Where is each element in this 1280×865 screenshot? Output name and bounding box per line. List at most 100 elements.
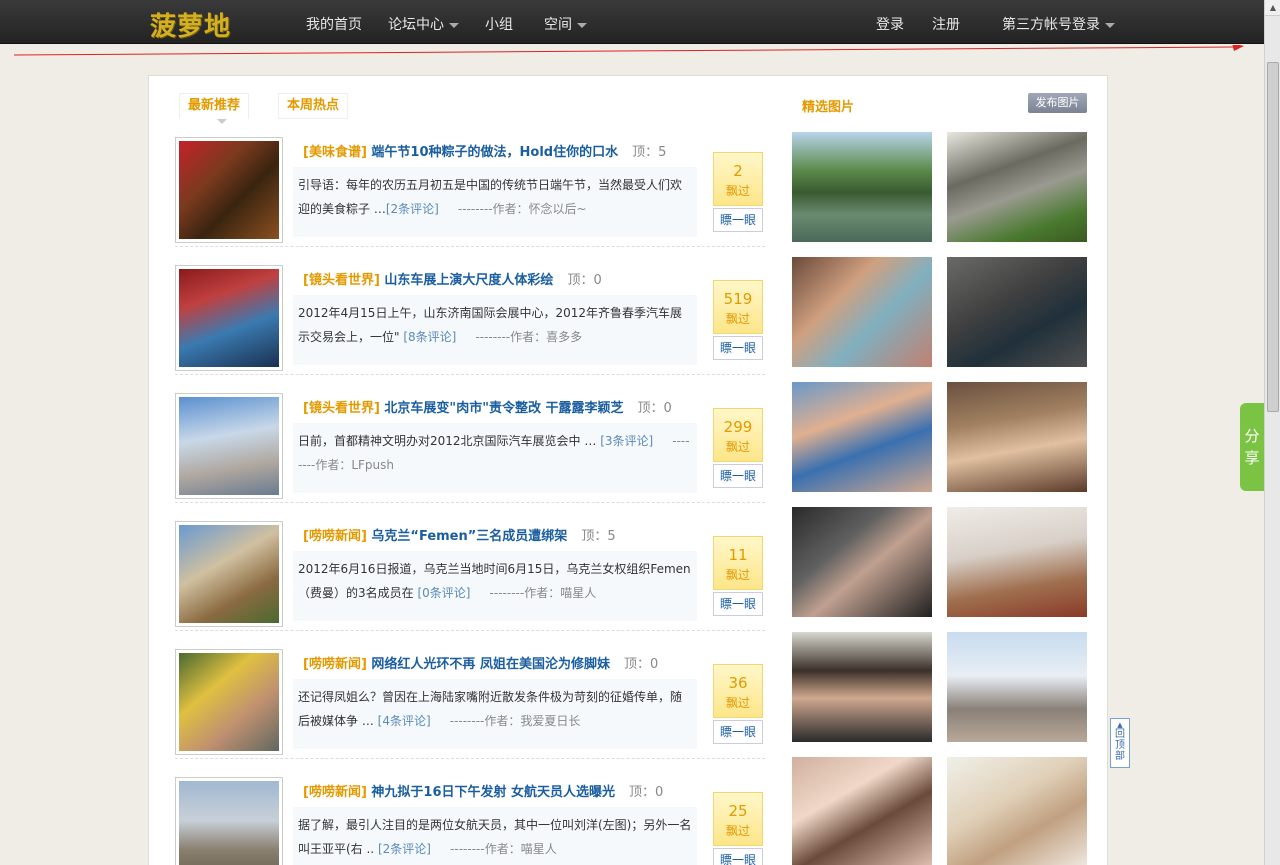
article-item: [唠唠新闻] 神九拟于16日下午发射 女航天员人选曝光 顶：0 据了解，最引人注目…	[175, 777, 765, 865]
view-count-badge: 2 飘过	[713, 152, 763, 206]
view-count-label: 飘过	[725, 184, 750, 198]
chevron-down-icon	[449, 22, 459, 28]
register-link[interactable]: 注册	[932, 14, 960, 34]
view-count: 11	[728, 546, 748, 564]
article-category[interactable]: [美味食谱]	[303, 145, 367, 160]
comments-link[interactable]: [3条评论]	[600, 434, 653, 448]
top-navbar: 菠萝地 我的首页 论坛中心 小组 空间 登录 注册 第三方帐号登录	[0, 0, 1264, 44]
comments-link[interactable]: [2条评论]	[378, 842, 431, 856]
tab-latest[interactable]: 最新推荐	[179, 93, 250, 119]
featured-picture[interactable]	[947, 257, 1087, 367]
article-top-count: 顶：0	[637, 401, 672, 416]
article-summary: 据了解，最引人注目的是两位女航天员，其中一位叫刘洋(左图)；另外一名叫王亚平(右…	[293, 807, 697, 865]
article-thumbnail[interactable]	[175, 393, 283, 499]
peek-button[interactable]: 瞟一眼	[713, 336, 763, 360]
article-title-link[interactable]: 神九拟于16日下午发射 女航天员人选曝光	[371, 785, 615, 800]
featured-picture[interactable]	[792, 632, 932, 742]
featured-picture[interactable]	[947, 507, 1087, 617]
article-thumbnail[interactable]	[175, 649, 283, 755]
peek-button[interactable]: 瞟一眼	[713, 208, 763, 232]
comments-link[interactable]: [0条评论]	[417, 586, 470, 600]
article-title: [镜头看世界] 北京车展变"肉市"责令整改 干露露李颖芝 顶：0	[303, 397, 672, 416]
article-summary: 引导语：每年的农历五月初五是中国的传统节日端午节，当然最受人们欢迎的美食粽子 ……	[293, 167, 697, 237]
featured-picture[interactable]	[947, 382, 1087, 492]
article-category[interactable]: [镜头看世界]	[303, 273, 380, 288]
back-to-top-button[interactable]: ▲ 回顶部	[1110, 718, 1130, 768]
view-count-label: 飘过	[725, 440, 750, 454]
article-item: [唠唠新闻] 乌克兰“Femen”三名成员遭绑架 顶：5 2012年6月16日报道…	[175, 521, 765, 631]
article-author: --------作者：我爱夏日长	[449, 714, 581, 728]
article-title: [镜头看世界] 山东车展上演大尺度人体彩绘 顶：0	[303, 269, 602, 288]
article-thumbnail[interactable]	[175, 521, 283, 627]
view-count: 25	[728, 802, 748, 820]
publish-picture-button[interactable]: 发布图片	[1028, 93, 1087, 113]
nav-home[interactable]: 我的首页	[306, 14, 362, 34]
view-count: 519	[723, 290, 753, 308]
red-arrow-annotation	[14, 45, 1244, 56]
view-count: 2	[733, 162, 743, 180]
nav-space-label: 空间	[544, 17, 572, 33]
peek-button[interactable]: 瞟一眼	[713, 720, 763, 744]
article-item: [镜头看世界] 山东车展上演大尺度人体彩绘 顶：0 2012年4月15日上午，山东…	[175, 265, 765, 375]
featured-picture[interactable]	[947, 132, 1087, 242]
peek-button[interactable]: 瞟一眼	[713, 848, 763, 865]
comments-link[interactable]: [8条评论]	[403, 330, 456, 344]
article-author: --------作者：喜多多	[475, 330, 583, 344]
featured-picture[interactable]	[792, 507, 932, 617]
site-logo[interactable]: 菠萝地	[150, 6, 231, 43]
view-count-badge: 519 飘过	[713, 280, 763, 334]
featured-picture[interactable]	[947, 757, 1087, 865]
article-category[interactable]: [唠唠新闻]	[303, 785, 367, 800]
arrow-up-icon: ▲	[1117, 721, 1123, 729]
login-link[interactable]: 登录	[876, 14, 904, 34]
third-party-login[interactable]: 第三方帐号登录	[1002, 14, 1115, 34]
article-title-link[interactable]: 乌克兰“Femen”三名成员遭绑架	[371, 529, 567, 544]
view-count: 299	[723, 418, 753, 436]
nav-forum[interactable]: 论坛中心	[388, 14, 459, 34]
article-thumbnail[interactable]	[175, 777, 283, 865]
comments-link[interactable]: [4条评论]	[378, 714, 431, 728]
featured-picture[interactable]	[792, 132, 932, 242]
article-author: --------作者：喵星人	[450, 842, 557, 856]
featured-picture[interactable]	[792, 382, 932, 492]
view-count-badge: 25 飘过	[713, 792, 763, 846]
scroll-thumb[interactable]	[1267, 62, 1279, 412]
peek-button[interactable]: 瞟一眼	[713, 592, 763, 616]
summary-text: 日前，首都精神文明办对2012北京国际汽车展览会中 …	[298, 434, 597, 448]
article-category[interactable]: [唠唠新闻]	[303, 657, 367, 672]
tab-weekly-hot[interactable]: 本周热点	[278, 93, 349, 119]
article-top-count: 顶：5	[581, 529, 616, 544]
article-item: [美味食谱] 端午节10种粽子的做法，Hold住你的口水 顶：5 引导语：每年的农…	[175, 137, 765, 247]
back-to-top-label: 回顶部	[1115, 729, 1125, 762]
article-top-count: 顶：0	[629, 785, 664, 800]
third-party-login-label: 第三方帐号登录	[1002, 17, 1100, 33]
article-item: [镜头看世界] 北京车展变"肉市"责令整改 干露露李颖芝 顶：0 日前，首都精神文…	[175, 393, 765, 503]
main-panel: 最新推荐 本周热点 [美味食谱] 端午节10种粽子的做法，Hold住你的口水 顶：…	[148, 75, 1108, 865]
view-count-label: 飘过	[725, 568, 750, 582]
article-title-link[interactable]: 北京车展变"肉市"责令整改 干露露李颖芝	[384, 401, 623, 416]
comments-link[interactable]: [2条评论]	[386, 202, 439, 216]
peek-button[interactable]: 瞟一眼	[713, 464, 763, 488]
article-summary: 日前，首都精神文明办对2012北京国际汽车展览会中 … [3条评论] -----…	[293, 423, 697, 493]
article-title-link[interactable]: 端午节10种粽子的做法，Hold住你的口水	[371, 145, 618, 160]
chevron-down-icon	[1105, 22, 1115, 28]
featured-picture[interactable]	[792, 257, 932, 367]
page-scrollbar[interactable]: ▲	[1264, 0, 1280, 865]
article-thumbnail[interactable]	[175, 137, 283, 243]
featured-picture[interactable]	[947, 632, 1087, 742]
featured-pictures-title: 精选图片	[802, 100, 855, 115]
view-count-badge: 299 飘过	[713, 408, 763, 462]
share-tab[interactable]: 分享	[1240, 403, 1264, 491]
featured-picture[interactable]	[792, 757, 932, 865]
tab-indicator-icon	[217, 119, 227, 124]
article-thumbnail[interactable]	[175, 265, 283, 371]
article-category[interactable]: [唠唠新闻]	[303, 529, 367, 544]
article-title-link[interactable]: 山东车展上演大尺度人体彩绘	[384, 273, 553, 288]
scroll-up-arrow-icon[interactable]: ▲	[1265, 0, 1280, 16]
nav-group[interactable]: 小组	[485, 14, 513, 34]
article-category[interactable]: [镜头看世界]	[303, 401, 380, 416]
nav-space[interactable]: 空间	[544, 14, 587, 34]
article-item: [唠唠新闻] 网络红人光环不再 凤姐在美国沦为修脚妹 顶：0 还记得凤姐么？曾因在…	[175, 649, 765, 759]
article-title-link[interactable]: 网络红人光环不再 凤姐在美国沦为修脚妹	[371, 657, 610, 672]
article-summary: 2012年4月15日上午，山东济南国际会展中心，2012年齐鲁春季汽车展示交易会…	[293, 295, 697, 365]
